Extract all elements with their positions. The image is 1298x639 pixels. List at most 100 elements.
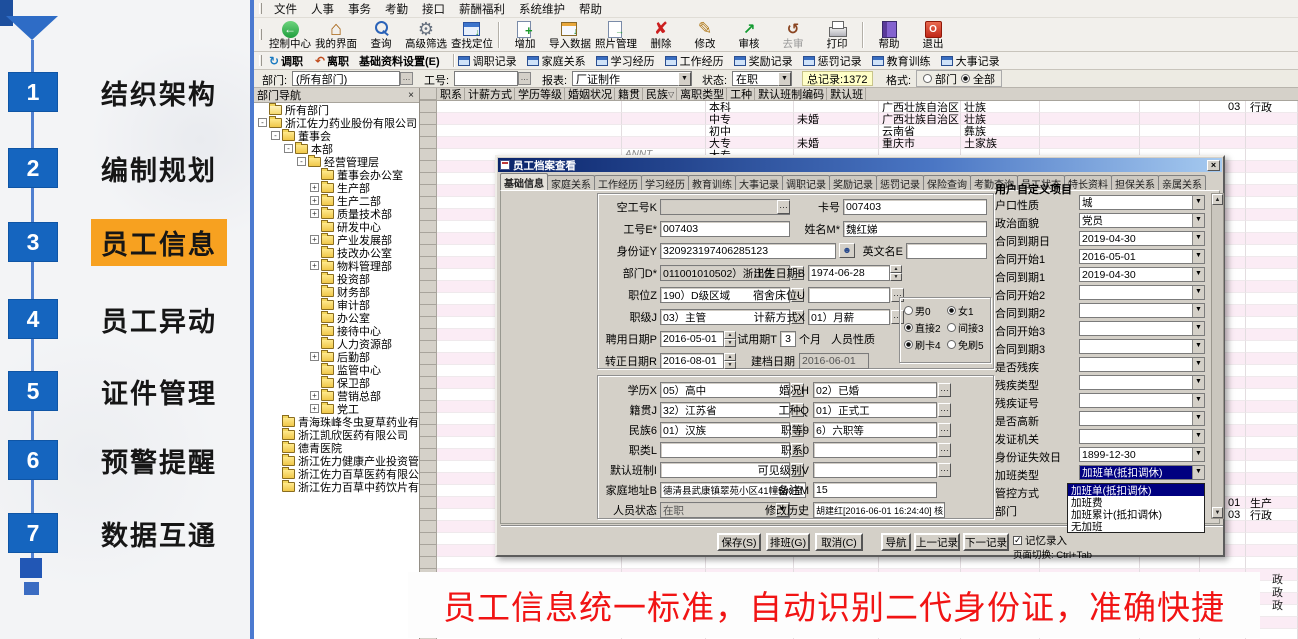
custom-field-input[interactable]: 加班单(抵扣调休) ▼ [1079,465,1205,480]
menu-item[interactable]: 人事 [304,4,341,16]
report-select[interactable]: 厂证制作 [572,71,692,86]
schedule-button[interactable]: 排班(G) [766,533,810,551]
dropdown-option[interactable]: 加班累计(抵扣调休) [1068,508,1204,520]
visibility-field[interactable] [813,462,937,478]
record-tab-button[interactable]: 工作经历 [665,53,724,69]
tree-item[interactable]: 审计部 [254,298,419,311]
tree-item[interactable]: 浙江佐力百草医药有限公司 [254,467,419,480]
table-row[interactable] [420,557,1298,569]
record-tab-button[interactable]: 大事记录 [941,53,1000,69]
dialog-tab[interactable]: 大事记录 [735,175,783,190]
empty-empno-field[interactable] [660,199,790,215]
navigate-button[interactable]: 导航 [881,533,911,551]
empno-picker-button[interactable]: … [518,72,531,85]
tree-item[interactable]: 青海珠峰冬虫夏草药业有限 [254,415,419,428]
column-header[interactable]: 婚姻状况 [565,88,615,100]
record-tab-button[interactable]: 学习经历 [596,53,655,69]
sidebar-step[interactable]: 1 结织架构 [8,72,227,112]
toolbar-button[interactable]: 高级筛选 [403,19,449,51]
tree-item[interactable]: - 经营管理层 [254,155,419,168]
record-tab-button[interactable]: 调职记录 [458,53,517,69]
toolbar-button[interactable]: 删除 [639,19,683,51]
tree-item[interactable]: 接待中心 [254,324,419,337]
tree-item[interactable]: 所有部门 [254,103,419,116]
tree-item[interactable]: 保卫部 [254,376,419,389]
empno-field[interactable]: 007403 [660,221,790,237]
column-header[interactable]: 籍贯 [615,88,643,100]
dorm-field[interactable] [808,287,890,303]
custom-field-input[interactable]: 2019-04-30 ▼ [1079,231,1205,246]
tree-item[interactable]: + 物料管理部 [254,259,419,272]
tree-item[interactable]: + 党工 [254,402,419,415]
tree-item[interactable]: + 质量技术部 [254,207,419,220]
table-row[interactable]: 本科广西壮族自治区壮族03行政 [420,101,1298,113]
tree-item[interactable]: 浙江佐力健康产业投资管理 [254,454,419,467]
custom-panel-scrollbar[interactable]: ▲ ▼ [1211,193,1224,519]
history-field[interactable]: 胡建红[2016-06-01 16:24:40] 核 [813,502,945,518]
sidebar-step[interactable]: 3 员工信息 [8,222,227,262]
chevron-down-icon[interactable]: ▼ [1192,412,1204,425]
sidebar-step[interactable]: 2 编制规划 [8,148,227,188]
toolbar-button[interactable]: 退出 [911,19,955,51]
tree-expander-icon[interactable]: - [258,118,267,127]
chevron-down-icon[interactable]: ▼ [1192,268,1204,281]
tree-item[interactable]: 人力资源部 [254,337,419,350]
worktype-field[interactable]: 01）正式工 [813,402,937,418]
custom-field-input[interactable]: ▼ [1079,339,1205,354]
column-header[interactable]: 民族 ▽ [643,88,677,100]
table-row[interactable]: 初中云南省彝族 [420,125,1298,137]
birth-field[interactable]: 1974-06-28 [808,265,890,281]
custom-field-input[interactable]: 2016-05-01 ▼ [1079,249,1205,264]
format-radio-option[interactable]: 全部 [961,71,995,87]
record-tab-button[interactable]: 惩罚记录 [803,53,862,69]
next-record-button[interactable]: 下一记录 [963,533,1009,551]
dialog-tab[interactable]: 亲属关系 [1158,175,1206,190]
empty-empno-picker[interactable]: … [777,200,790,214]
tree-expander-icon[interactable]: + [310,235,319,244]
report-dropdown-arrow[interactable]: ▼ [678,72,691,86]
toolbar-button[interactable]: 查找定位 [449,19,495,51]
jobseries-field[interactable] [813,442,937,458]
tree-expander-icon[interactable]: + [310,352,319,361]
close-icon[interactable]: × [408,90,416,101]
memory-entry-checkbox[interactable]: ✓ 记忆录入 [1013,533,1067,548]
chevron-down-icon[interactable]: ▼ [1192,394,1204,407]
tree-item[interactable]: + 营销总部 [254,389,419,402]
hire-date-field[interactable]: 2016-05-01 [660,331,724,347]
chevron-down-icon[interactable]: ▼ [1192,340,1204,353]
tree-item[interactable]: - 董事会 [254,129,419,142]
name-field[interactable]: 魏红娣 [843,221,987,237]
column-header[interactable]: 计薪方式 [465,88,515,100]
tree-expander-icon[interactable]: + [310,196,319,205]
column-header[interactable]: 工种 [727,88,755,100]
transfer-button[interactable]: 调职 [267,53,303,69]
toolbar-button[interactable]: 导入数据 [547,19,593,51]
hire-date-spinner[interactable]: ▲▼ [724,331,736,347]
custom-field-input[interactable]: 2019-04-30 ▼ [1079,267,1205,282]
marriage-picker[interactable]: … [938,383,951,397]
birth-spinner[interactable]: ▲▼ [890,265,902,281]
tree-item[interactable]: 浙江佐力百草中药饮片有限 [254,480,419,493]
custom-field-input[interactable]: ▼ [1079,429,1205,444]
chevron-down-icon[interactable]: ▼ [1192,232,1204,245]
dept-picker-button[interactable]: … [400,72,413,85]
menu-item[interactable]: 接口 [415,4,452,16]
toolbar-button[interactable]: 帮助 [867,19,911,51]
sidebar-step[interactable]: 4 员工异动 [8,299,227,339]
tree-item[interactable]: + 生产二部 [254,194,419,207]
radio-option[interactable]: 女1 [947,303,984,318]
custom-field-input[interactable]: ▼ [1079,393,1205,408]
radio-option[interactable]: 间接3 [947,320,984,335]
custom-field-input[interactable]: 党员 ▼ [1079,213,1205,228]
tree-expander-icon[interactable]: + [310,183,319,192]
dept-filter-input[interactable]: (所有部门) [292,71,400,86]
marriage-field[interactable]: 02）已婚 [813,382,937,398]
dialog-tab[interactable]: 惩罚记录 [876,175,924,190]
dialog-tab[interactable]: 担保关系 [1111,175,1159,190]
dialog-tab[interactable]: 保险查询 [923,175,971,190]
menu-item[interactable]: 事务 [341,4,378,16]
dialog-tab[interactable]: 工作经历 [594,175,642,190]
toolbar-button[interactable]: 增加 [503,19,547,51]
photo-capture-button[interactable]: ☻ [839,243,855,258]
empno-filter-input[interactable] [454,71,518,86]
